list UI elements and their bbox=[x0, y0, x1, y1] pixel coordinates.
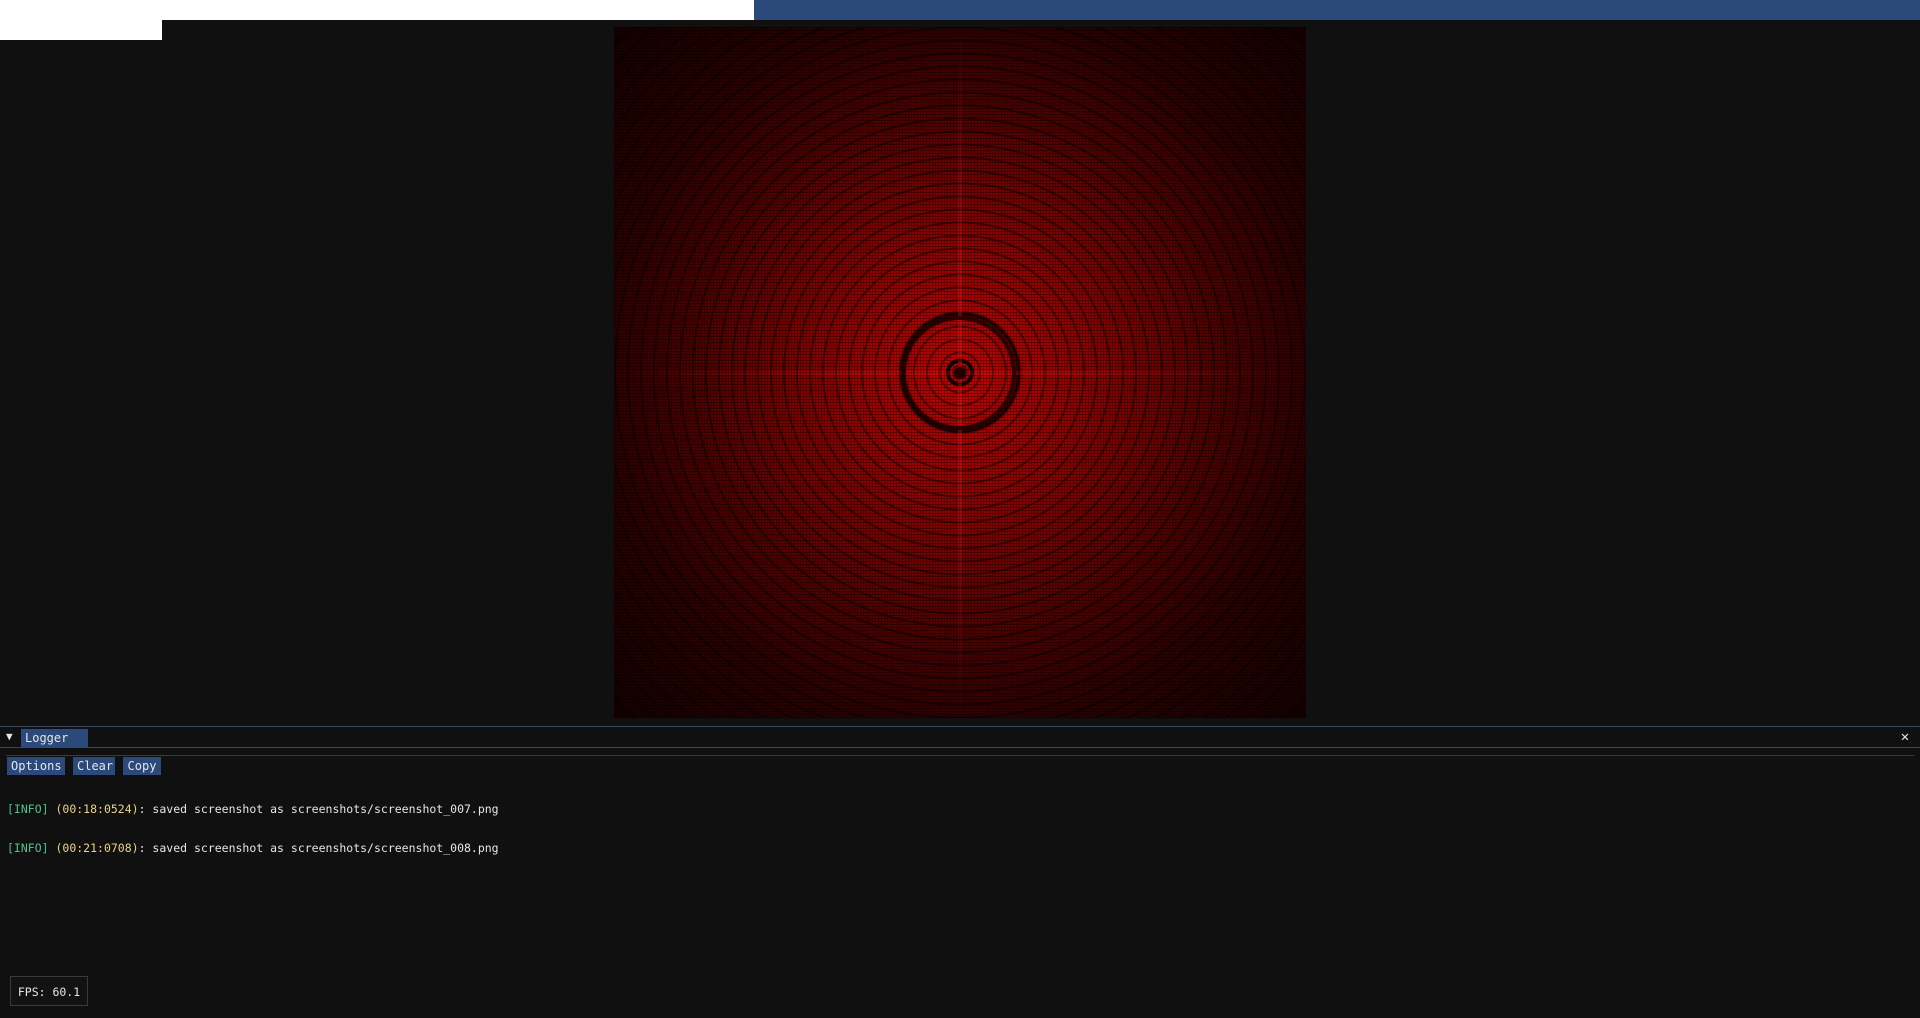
tab-logger[interactable]: Logger bbox=[21, 729, 88, 747]
top-bar-tab[interactable] bbox=[0, 20, 162, 40]
log-entry: [INFO] (00:18:0524): saved screenshot as… bbox=[7, 803, 1907, 816]
log-time: (00:18:0524) bbox=[55, 802, 139, 816]
log-list: [INFO] (00:18:0524): saved screenshot as… bbox=[7, 777, 1907, 881]
logger-panel: ▼ Logger ✕ Options Clear Copy [INFO] (00… bbox=[0, 726, 1920, 1018]
log-message: : saved screenshot as screenshots/screen… bbox=[138, 802, 499, 816]
close-icon[interactable]: ✕ bbox=[1898, 729, 1912, 745]
fps-counter: FPS: 60.1 bbox=[10, 976, 88, 1006]
copy-button[interactable]: Copy bbox=[123, 757, 161, 775]
log-level: [INFO] bbox=[7, 841, 49, 855]
top-bar-right bbox=[754, 0, 1920, 20]
render-center-dot bbox=[954, 367, 966, 379]
top-bar-left bbox=[0, 0, 754, 20]
divider bbox=[6, 755, 1914, 756]
log-time: (00:21:0708) bbox=[55, 841, 139, 855]
render-viewport[interactable] bbox=[614, 27, 1306, 718]
collapse-icon[interactable]: ▼ bbox=[6, 730, 16, 744]
log-message: : saved screenshot as screenshots/screen… bbox=[138, 841, 499, 855]
log-level: [INFO] bbox=[7, 802, 49, 816]
logger-header: ▼ Logger ✕ bbox=[0, 727, 1920, 748]
log-entry: [INFO] (00:21:0708): saved screenshot as… bbox=[7, 842, 1907, 855]
clear-button[interactable]: Clear bbox=[73, 757, 115, 775]
options-button[interactable]: Options bbox=[7, 757, 65, 775]
